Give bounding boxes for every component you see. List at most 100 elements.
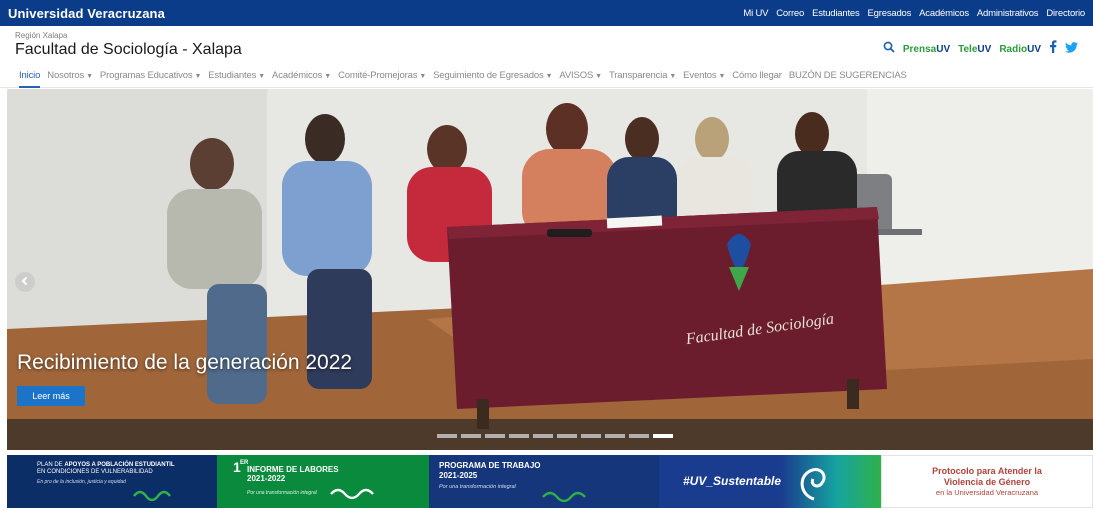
prensa-label: Prensa [902, 43, 937, 55]
banner-text: EN CONDICIONES DE VULNERABILIDAD [37, 469, 153, 475]
region-label: Región Xalapa [15, 31, 68, 40]
banner-apoyos-estudiantil[interactable]: PLAN DE APOYOS A POBLACIÓN ESTUDIANTIL EN… [7, 455, 217, 508]
top-link-academicos[interactable]: Académicos [919, 8, 969, 19]
banner-informe-labores[interactable]: 1 INFORME DE LABORES 2021-2022 Por una tr… [217, 455, 429, 508]
caret-down-icon: ▼ [718, 72, 726, 80]
banner-text: PROGRAMA DE TRABAJO [439, 461, 541, 470]
nav-label: BUZÓN DE SUGERENCIAS [788, 69, 907, 81]
carousel-indicator[interactable] [581, 434, 601, 438]
banner-uv-sustentable[interactable]: #UV_Sustentable [659, 455, 881, 508]
top-links: Mi UV Correo Estudiantes Egresados Acadé… [743, 8, 1085, 19]
nav-label: Académicos [272, 69, 323, 81]
nav-transparencia[interactable]: Transparencia ▼ [609, 70, 676, 84]
chevron-left-icon [20, 273, 30, 291]
carousel-indicators [437, 434, 673, 438]
nav-como-llegar[interactable]: Cómo llegar [732, 70, 782, 84]
nav-label: AVISOS [559, 69, 594, 81]
prensa-uv-label: UV [936, 43, 951, 55]
carousel-indicator[interactable] [533, 434, 553, 438]
nav-inicio[interactable]: Inicio [19, 70, 41, 88]
banner-text: Protocolo para Atender la [932, 466, 1042, 476]
nav-label: Seguimiento de Egresados [433, 69, 544, 81]
banner-programa-tagline: Por una transformación integral [439, 484, 516, 490]
carousel-indicator[interactable] [437, 434, 457, 438]
read-more-button[interactable]: Leer más [17, 386, 85, 406]
banner-protocolo-genero[interactable]: Protocolo para Atender la Violencia de Gé… [881, 455, 1093, 508]
carousel-prev-button[interactable] [15, 272, 35, 292]
banner-sustentable-hashtag: #UV_Sustentable [683, 474, 782, 488]
facebook-icon[interactable] [1049, 40, 1057, 58]
nav-label: Comité-Promejoras [338, 69, 418, 81]
carousel-indicator[interactable] [485, 434, 505, 438]
twitter-icon[interactable] [1065, 40, 1078, 58]
header-tools: PrensaUV TeleUV RadioUV [883, 40, 1078, 58]
nav-label: Programas Educativos [99, 69, 193, 81]
top-link-egresados[interactable]: Egresados [868, 8, 912, 19]
hero-photo: Facultad de Sociología [7, 89, 1093, 450]
site-header: Región Xalapa Facultad de Sociología - X… [0, 26, 1093, 66]
banner-apoyos-tagline: En pro de la inclusión, justicia y equid… [37, 479, 126, 485]
banner-strip: PLAN DE APOYOS A POBLACIÓN ESTUDIANTIL EN… [7, 455, 1093, 510]
radio-label: Radio [999, 43, 1028, 55]
caret-down-icon: ▼ [258, 72, 266, 80]
nav-estudiantes[interactable]: Estudiantes ▼ [208, 70, 265, 84]
hero-carousel: Facultad de Sociología Recibimiento de l… [7, 89, 1093, 450]
tele-uv-label: UV [977, 43, 992, 55]
nav-academicos[interactable]: Académicos ▼ [272, 70, 331, 84]
university-brand-link[interactable]: Universidad Veracruzana [8, 6, 165, 21]
banner-protocolo-subtitle: en la Universidad Veracruzana [935, 488, 1039, 497]
tele-uv-link[interactable]: TeleUV [958, 44, 991, 55]
nav-buzon-sugerencias[interactable]: BUZÓN DE SUGERENCIAS [789, 70, 907, 84]
banner-text: INFORME DE LABORES [247, 465, 339, 474]
nav-eventos[interactable]: Eventos ▼ [683, 70, 725, 84]
slide-caption: Recibimiento de la generación 2022 [17, 351, 353, 374]
caret-down-icon: ▼ [194, 72, 202, 80]
uv-wave-logo-icon [330, 488, 374, 499]
carousel-indicator[interactable] [461, 434, 481, 438]
radio-uv-label: UV [1027, 43, 1041, 55]
uv-wave-logo-icon [133, 490, 171, 501]
carousel-indicator[interactable] [605, 434, 625, 438]
banner-text: 2021-2022 [247, 474, 286, 483]
caret-down-icon: ▼ [669, 72, 677, 80]
top-link-mi-uv[interactable]: Mi UV [743, 8, 768, 19]
banner-informe-title: INFORME DE LABORES 2021-2022 [247, 465, 339, 483]
banner-protocolo-title: Protocolo para Atender la Violencia de Gé… [882, 466, 1092, 488]
search-icon[interactable] [883, 40, 895, 58]
banner-programa-trabajo[interactable]: PROGRAMA DE TRABAJO 2021-2025 Por una tra… [429, 455, 659, 508]
top-link-administrativos[interactable]: Administrativos [977, 8, 1039, 19]
nav-label: Estudiantes [208, 69, 257, 81]
carousel-indicator[interactable] [629, 434, 649, 438]
prensa-uv-link[interactable]: PrensaUV [903, 44, 950, 55]
nav-label: Transparencia [608, 69, 668, 81]
top-link-directorio[interactable]: Directorio [1046, 8, 1085, 19]
banner-informe-tagline: Por una transformación integral [247, 490, 317, 496]
nav-programas-educativos[interactable]: Programas Educativos ▼ [99, 69, 202, 84]
caret-down-icon: ▼ [595, 72, 602, 80]
banner-text: PLAN DE [37, 462, 65, 468]
top-link-correo[interactable]: Correo [776, 8, 804, 19]
caret-down-icon: ▼ [86, 72, 93, 80]
tele-label: Tele [958, 43, 978, 55]
banner-programa-title: PROGRAMA DE TRABAJO 2021-2025 [439, 461, 540, 481]
nav-nosotros[interactable]: Nosotros ▼ [47, 70, 93, 84]
radio-uv-link[interactable]: RadioUV [999, 44, 1041, 55]
caret-down-icon: ▼ [545, 72, 553, 80]
nav-comite-promejoras[interactable]: Comité-Promejoras ▼ [338, 70, 426, 84]
banner-informe-sup: ER [240, 460, 249, 466]
banner-text: Violencia de Género [943, 477, 1031, 487]
carousel-indicator-active[interactable] [653, 434, 673, 438]
carousel-indicator[interactable] [509, 434, 529, 438]
top-bar: Universidad Veracruzana Mi UV Correo Est… [0, 0, 1093, 26]
caret-down-icon: ▼ [419, 72, 427, 80]
spiral-leaf-icon [800, 468, 826, 501]
carousel-indicator[interactable] [557, 434, 577, 438]
nav-label: Nosotros [47, 69, 85, 81]
banner-text-bold: APOYOS A POBLACIÓN ESTUDIANTIL [64, 462, 175, 468]
page-title[interactable]: Facultad de Sociología - Xalapa [15, 41, 242, 59]
nav-seguimiento-egresados[interactable]: Seguimiento de Egresados ▼ [433, 70, 552, 84]
nav-avisos[interactable]: AVISOS ▼ [559, 70, 602, 84]
top-link-estudiantes[interactable]: Estudiantes [812, 8, 860, 19]
banner-text: 2021-2025 [439, 471, 478, 480]
nav-label: Cómo llegar [732, 69, 782, 81]
